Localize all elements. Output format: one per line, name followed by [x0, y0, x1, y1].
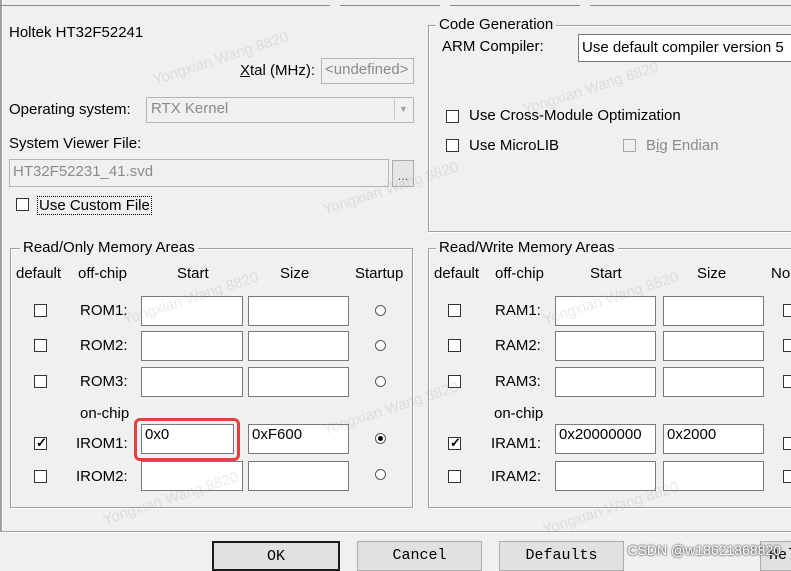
os-select[interactable]: RTX Kernel ▼: [146, 97, 414, 123]
cross-module-checkbox[interactable]: [446, 110, 459, 123]
iram1-noinit-checkbox[interactable]: [783, 437, 791, 450]
ram2-label: RAM2:: [495, 337, 541, 354]
svd-input[interactable]: HT32F52231_41.svd: [9, 159, 389, 187]
iram1-default-checkbox[interactable]: ✓: [448, 435, 461, 450]
ram3-default-checkbox[interactable]: [448, 375, 461, 388]
ram3-label: RAM3:: [495, 373, 541, 390]
custom-file-label: Use Custom File: [37, 196, 152, 215]
irom2-default-checkbox[interactable]: [34, 470, 47, 483]
ram1-start-input[interactable]: [555, 296, 656, 326]
checkmark-icon: ✓: [36, 435, 47, 450]
custom-file-checkbox[interactable]: [16, 198, 29, 211]
chevron-down-icon[interactable]: ▼: [394, 99, 412, 119]
iram1-size-input[interactable]: 0x2000: [663, 424, 764, 454]
rw-header-default: default: [434, 265, 480, 282]
iram2-start-input[interactable]: [555, 461, 656, 491]
irom2-label: IROM2:: [76, 468, 128, 485]
svd-browse-button[interactable]: ...: [392, 160, 414, 187]
xtal-label: Xtal (MHz):: [240, 62, 316, 79]
rom2-default-checkbox[interactable]: [34, 339, 47, 352]
compiler-label: ARM Compiler:: [442, 38, 544, 55]
rw-onchip-label: on-chip: [494, 405, 544, 422]
irom1-size-input[interactable]: 0xF600: [248, 424, 349, 454]
os-label: Operating system:: [9, 101, 131, 118]
ro-header-start: Start: [177, 265, 209, 282]
rom1-default-checkbox[interactable]: [34, 304, 47, 317]
csdn-watermark: CSDN @w18621868820: [627, 542, 781, 558]
rw-header-start: Start: [590, 265, 622, 282]
cross-module-label: Use Cross-Module Optimization: [469, 107, 681, 124]
ram3-size-input[interactable]: [663, 367, 764, 397]
svd-label: System Viewer File:: [9, 135, 142, 152]
rom1-start-input[interactable]: [141, 296, 243, 326]
irom1-label: IROM1:: [76, 435, 128, 452]
iram1-start-input[interactable]: 0x20000000: [555, 424, 656, 454]
rom1-label: ROM1:: [80, 302, 128, 319]
dialog-separator-highlight: [0, 532, 791, 533]
rw-header-size: Size: [697, 265, 727, 282]
rom2-start-input[interactable]: [141, 331, 243, 361]
microlib-label: Use MicroLIB: [469, 137, 560, 154]
ro-header-default: default: [16, 265, 62, 282]
rom3-label: ROM3:: [80, 373, 128, 390]
ram3-noinit-checkbox[interactable]: [783, 375, 791, 388]
rom1-size-input[interactable]: [248, 296, 349, 326]
rom2-size-input[interactable]: [248, 331, 349, 361]
irom2-start-input[interactable]: [141, 461, 243, 491]
ro-header-startup: Startup: [355, 265, 404, 282]
tab-strip-remnant: [0, 0, 791, 6]
iram2-default-checkbox[interactable]: [448, 470, 461, 483]
ro-memory-title: Read/Only Memory Areas: [20, 240, 198, 256]
os-select-value: RTX Kernel: [151, 100, 229, 117]
highlight-annotation: [134, 418, 240, 461]
xtal-input[interactable]: <undefined>: [321, 58, 414, 84]
big-endian-label: Big Endian: [646, 137, 719, 154]
checkmark-icon: ✓: [450, 435, 461, 450]
window-edge-highlight: [2, 0, 3, 532]
irom2-size-input[interactable]: [248, 461, 349, 491]
ro-header-size: Size: [280, 265, 310, 282]
irom1-startup-radio[interactable]: [375, 433, 386, 444]
ram1-default-checkbox[interactable]: [448, 304, 461, 317]
ram1-size-input[interactable]: [663, 296, 764, 326]
rom1-startup-radio[interactable]: [375, 305, 386, 316]
rom3-startup-radio[interactable]: [375, 376, 386, 387]
iram2-size-input[interactable]: [663, 461, 764, 491]
rom3-start-input[interactable]: [141, 367, 243, 397]
rw-header-offchip: off-chip: [495, 265, 544, 282]
rom3-default-checkbox[interactable]: [34, 375, 47, 388]
ro-header-offchip: off-chip: [78, 265, 127, 282]
rw-memory-title: Read/Write Memory Areas: [436, 240, 618, 256]
microlib-checkbox[interactable]: [446, 139, 459, 152]
big-endian-checkbox[interactable]: [623, 139, 636, 152]
ro-onchip-label: on-chip: [80, 405, 130, 422]
ram2-noinit-checkbox[interactable]: [783, 339, 791, 352]
code-generation-title: Code Generation: [436, 17, 557, 33]
irom1-default-checkbox[interactable]: ✓: [34, 435, 47, 450]
ram1-noinit-checkbox[interactable]: [783, 304, 791, 317]
ram2-size-input[interactable]: [663, 331, 764, 361]
rom2-label: ROM2:: [80, 337, 128, 354]
iram1-label: IRAM1:: [491, 435, 542, 452]
irom2-startup-radio[interactable]: [375, 469, 386, 480]
rom2-startup-radio[interactable]: [375, 340, 386, 351]
compiler-select[interactable]: Use default compiler version 5: [578, 34, 791, 62]
iram2-label: IRAM2:: [491, 468, 542, 485]
ram2-start-input[interactable]: [555, 331, 656, 361]
device-name: Holtek HT32F52241: [9, 24, 144, 41]
radio-selected-icon: [378, 436, 383, 441]
rw-header-noinit: No: [771, 265, 791, 282]
ram1-label: RAM1:: [495, 302, 541, 319]
ram2-default-checkbox[interactable]: [448, 339, 461, 352]
rom3-size-input[interactable]: [248, 367, 349, 397]
ram3-start-input[interactable]: [555, 367, 656, 397]
iram2-noinit-checkbox[interactable]: [783, 470, 791, 483]
